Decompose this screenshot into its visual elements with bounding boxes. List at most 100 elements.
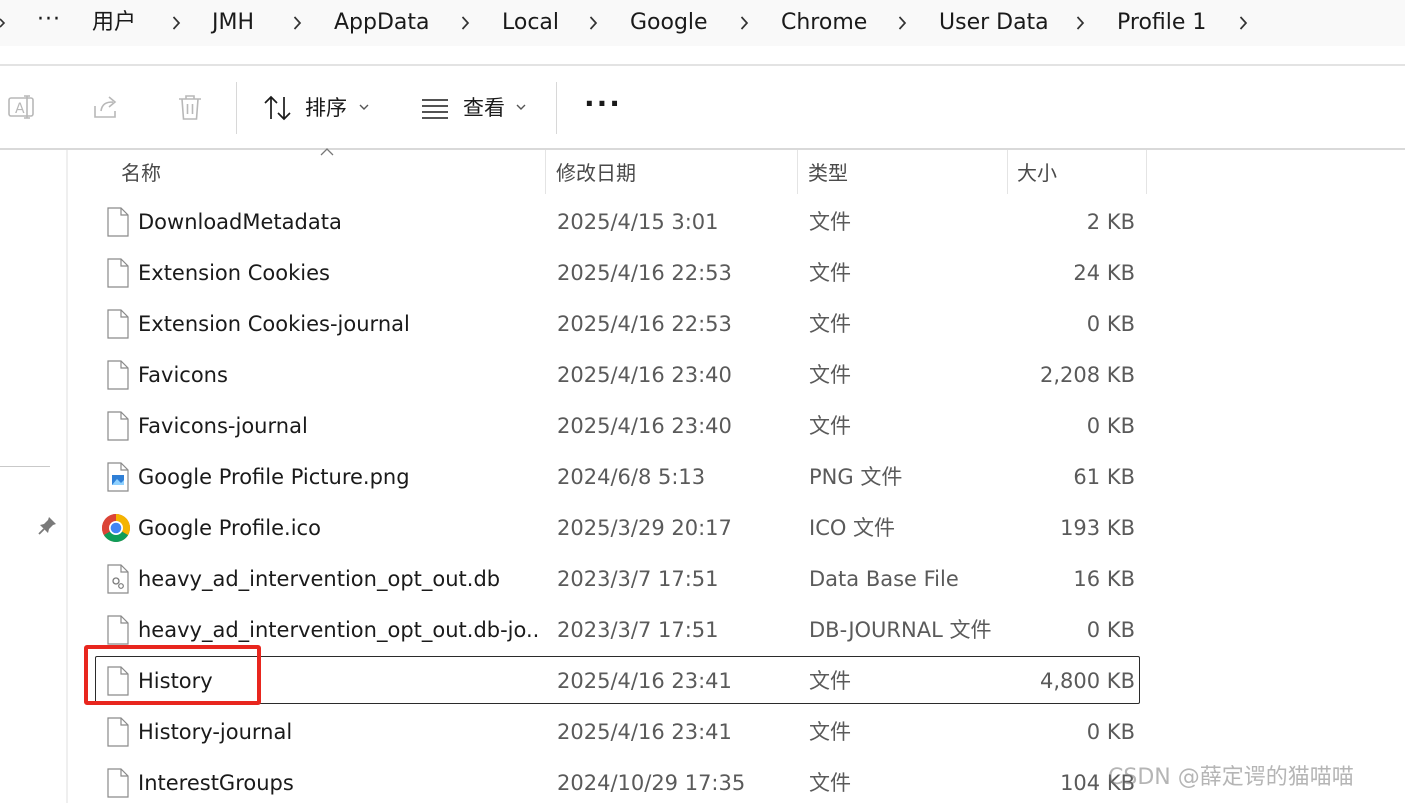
column-divider[interactable]: [1007, 150, 1008, 194]
file-modified-date: 2025/4/16 23:41: [557, 669, 732, 693]
svg-text:A: A: [15, 101, 25, 117]
file-row[interactable]: Google Profile.ico 2025/3/29 20:17 ICO 文…: [95, 503, 1140, 551]
sort-button[interactable]: 排序: [262, 90, 374, 126]
file-type: DB-JOURNAL 文件: [809, 618, 992, 642]
view-icon: [422, 99, 448, 119]
toolbar-divider: [236, 82, 237, 134]
breadcrumb-item-user-data[interactable]: User Data: [939, 7, 1049, 39]
more-options-button[interactable]: ···: [584, 90, 620, 122]
breadcrumb-item-profile-1[interactable]: Profile 1: [1117, 7, 1206, 39]
file-row[interactable]: Favicons-journal 2025/4/16 23:40 文件 0 KB: [95, 401, 1140, 449]
file-name: Favicons-journal: [138, 414, 308, 438]
file-row[interactable]: Favicons 2025/4/16 23:40 文件 2,208 KB: [95, 350, 1140, 398]
file-icon: [105, 360, 131, 390]
share-icon[interactable]: [91, 92, 121, 122]
chevron-down-icon: [516, 104, 526, 110]
toolbar-divider: [556, 82, 557, 134]
file-row[interactable]: Extension Cookies 2025/4/16 22:53 文件 24 …: [95, 248, 1140, 296]
file-name: Favicons: [138, 363, 228, 387]
chevron-right-icon[interactable]: [172, 14, 181, 32]
breadcrumb-item-local[interactable]: Local: [502, 7, 559, 39]
file-modified-date: 2024/6/8 5:13: [557, 465, 706, 489]
file-modified-date: 2025/3/29 20:17: [557, 516, 732, 540]
command-toolbar: A 排序 查看 ···: [0, 66, 1405, 148]
file-size: 24 KB: [1073, 261, 1135, 285]
file-modified-date: 2023/3/7 17:51: [557, 567, 719, 591]
file-type: 文件: [809, 363, 851, 387]
navigation-pane-divider[interactable]: [66, 150, 68, 803]
file-size: 2 KB: [1086, 210, 1135, 234]
column-header-date[interactable]: 修改日期: [556, 150, 636, 196]
file-icon: [105, 717, 131, 747]
highlight-annotation: [84, 645, 261, 705]
pin-icon[interactable]: [38, 515, 58, 535]
file-row[interactable]: Extension Cookies-journal 2025/4/16 22:5…: [95, 299, 1140, 347]
file-icon: [105, 258, 131, 288]
file-row[interactable]: History-journal 2025/4/16 23:41 文件 0 KB: [95, 707, 1140, 755]
file-modified-date: 2025/4/16 22:53: [557, 312, 732, 336]
chevron-right-icon[interactable]: [1076, 14, 1085, 32]
chevron-right-icon: [0, 14, 6, 32]
chevron-right-icon[interactable]: [898, 14, 907, 32]
file-type: 文件: [809, 414, 851, 438]
file-modified-date: 2025/4/15 3:01: [557, 210, 719, 234]
navigation-pane: [0, 150, 66, 803]
file-row[interactable]: Google Profile Picture.png 2024/6/8 5:13…: [95, 452, 1140, 500]
view-label: 查看: [463, 96, 505, 120]
breadcrumb-overflow-button[interactable]: ···: [36, 8, 62, 36]
image-file-icon: [105, 462, 131, 492]
file-name: DownloadMetadata: [138, 210, 342, 234]
file-name: Google Profile.ico: [138, 516, 321, 540]
file-size: 61 KB: [1073, 465, 1135, 489]
file-size: 0 KB: [1086, 312, 1135, 336]
file-size: 193 KB: [1060, 516, 1135, 540]
column-header-size[interactable]: 大小: [1017, 150, 1057, 196]
file-type: ICO 文件: [809, 516, 896, 540]
file-modified-date: 2024/10/29 17:35: [557, 771, 746, 795]
delete-icon[interactable]: [175, 92, 205, 122]
column-header-name[interactable]: 名称: [121, 150, 161, 196]
chrome-icon: [101, 513, 131, 543]
breadcrumb-item-users[interactable]: 用户: [92, 7, 136, 39]
file-explorer-window: ··· 用户 JMH AppData Local Google Chrome U…: [0, 0, 1405, 803]
column-divider[interactable]: [545, 150, 546, 194]
file-name: InterestGroups: [138, 771, 294, 795]
breadcrumb-item-chrome[interactable]: Chrome: [781, 7, 867, 39]
file-type: 文件: [809, 720, 851, 744]
breadcrumb-item-jmh[interactable]: JMH: [212, 7, 254, 39]
file-icon: [105, 768, 131, 798]
column-divider[interactable]: [797, 150, 798, 194]
chevron-down-icon: [359, 104, 369, 110]
file-size: 0 KB: [1086, 720, 1135, 744]
file-size: 0 KB: [1086, 414, 1135, 438]
file-name: Extension Cookies-journal: [138, 312, 410, 336]
chevron-right-icon[interactable]: [740, 14, 749, 32]
file-row[interactable]: DownloadMetadata 2025/4/15 3:01 文件 2 KB: [95, 197, 1140, 245]
breadcrumb-item-appdata[interactable]: AppData: [334, 7, 430, 39]
chevron-right-icon[interactable]: [293, 14, 302, 32]
file-icon: [105, 207, 131, 237]
file-size: 16 KB: [1073, 567, 1135, 591]
file-size: 2,208 KB: [1040, 363, 1135, 387]
chevron-right-icon[interactable]: [1239, 14, 1248, 32]
file-name: heavy_ad_intervention_opt_out.db: [138, 567, 501, 591]
column-divider[interactable]: [1146, 150, 1147, 194]
sort-label: 排序: [305, 96, 347, 120]
file-icon: [105, 309, 131, 339]
breadcrumb-item-google[interactable]: Google: [630, 7, 708, 39]
file-type: PNG 文件: [809, 465, 903, 489]
file-icon: [105, 411, 131, 441]
file-row[interactable]: InterestGroups 2024/10/29 17:35 文件 104 K…: [95, 758, 1140, 803]
sort-ascending-icon: [320, 148, 334, 156]
column-header-type[interactable]: 类型: [808, 150, 848, 196]
file-modified-date: 2025/4/16 23:41: [557, 720, 732, 744]
view-button[interactable]: 查看: [420, 90, 532, 126]
file-type: 文件: [809, 210, 851, 234]
file-row[interactable]: heavy_ad_intervention_opt_out.db 2023/3/…: [95, 554, 1140, 602]
breadcrumb: ··· 用户 JMH AppData Local Google Chrome U…: [0, 0, 1405, 46]
chevron-right-icon[interactable]: [461, 14, 470, 32]
rename-icon[interactable]: A: [7, 92, 37, 122]
navigation-section-divider: [0, 466, 50, 467]
chevron-right-icon[interactable]: [589, 14, 598, 32]
file-modified-date: 2023/3/7 17:51: [557, 618, 719, 642]
